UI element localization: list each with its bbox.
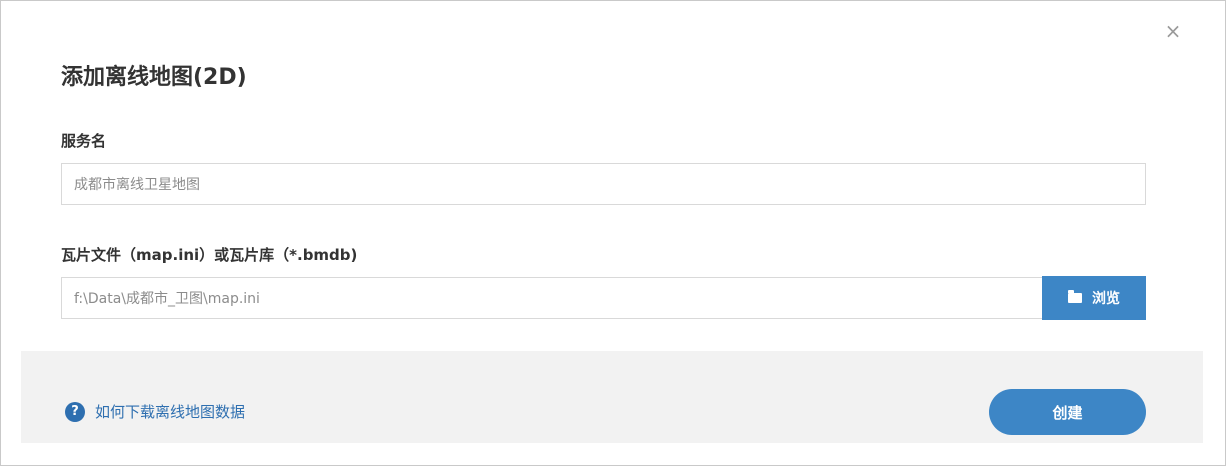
browse-button-label: 浏览 bbox=[1092, 291, 1120, 307]
create-button[interactable]: 创建 bbox=[989, 389, 1146, 435]
browse-button[interactable]: 浏览 bbox=[1042, 276, 1146, 320]
folder-icon bbox=[1068, 290, 1082, 303]
tile-file-label: 瓦片文件（map.ini）或瓦片库（*.bmdb) bbox=[61, 246, 358, 264]
dialog-title: 添加离线地图(2D) bbox=[61, 65, 247, 90]
help-link[interactable]: ? 如何下载离线地图数据 bbox=[65, 401, 245, 422]
tile-file-input[interactable]: f:\Data\成都市_卫图\map.ini bbox=[61, 277, 1043, 319]
service-name-input[interactable]: 成都市离线卫星地图 bbox=[61, 163, 1146, 205]
tile-file-value: f:\Data\成都市_卫图\map.ini bbox=[74, 291, 260, 307]
service-name-value: 成都市离线卫星地图 bbox=[74, 177, 200, 193]
add-offline-map-dialog: × 添加离线地图(2D) 服务名 成都市离线卫星地图 瓦片文件（map.ini）… bbox=[0, 0, 1226, 466]
close-icon[interactable]: × bbox=[1161, 19, 1185, 43]
dialog-footer: ? 如何下载离线地图数据 创建 bbox=[21, 351, 1203, 443]
service-name-label: 服务名 bbox=[61, 132, 107, 150]
help-link-text: 如何下载离线地图数据 bbox=[95, 403, 246, 421]
question-icon: ? bbox=[65, 401, 85, 422]
